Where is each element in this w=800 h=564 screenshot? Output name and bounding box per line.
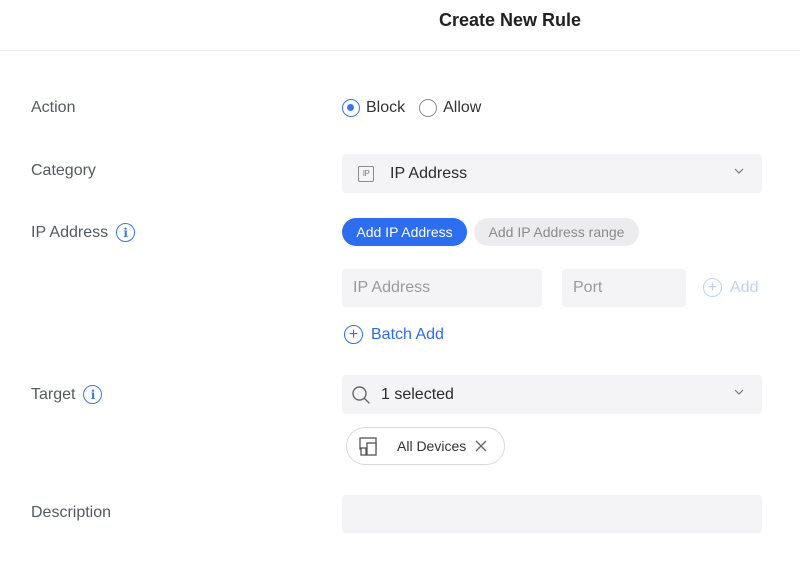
target-label: Target i [31,385,103,404]
plus-circle-icon: + [703,278,722,297]
batch-add-label: Batch Add [371,325,444,343]
radio-allow-indicator[interactable] [419,99,438,117]
plus-circle-icon: + [344,325,363,344]
batch-add-button[interactable]: + Batch Add [344,325,444,344]
radio-block-label: Block [366,99,406,116]
info-icon[interactable]: i [83,385,103,404]
description-label: Description [31,504,111,522]
category-select-value: IP Address [390,164,468,182]
search-icon [352,385,370,404]
action-label-text: Action [31,99,76,116]
category-label-text: Category [31,162,96,179]
radio-allow[interactable]: Allow [419,99,481,117]
ip-address-label: IP Address i [31,223,136,242]
ip-address-input[interactable] [342,269,542,307]
action-label: Action [31,99,75,117]
chevron-down-icon [734,389,744,395]
category-label: Category [31,162,96,180]
info-icon[interactable]: i [116,223,136,242]
radio-allow-label: Allow [443,99,482,116]
target-tag: All Devices [346,427,505,465]
target-label-text: Target [31,385,76,403]
radio-block[interactable]: Block [342,99,405,117]
target-select[interactable]: 1 selected [342,375,762,414]
action-radio-group: Block Allow [342,99,495,117]
add-ip-button[interactable]: + Add [703,278,758,297]
category-select[interactable]: IP IP Address [342,154,762,193]
ip-icon: IP [358,165,374,182]
add-ip-range-button[interactable]: Add IP Address range [474,218,639,246]
add-ip-label: Add [730,278,759,296]
description-label-text: Description [31,504,112,521]
page-title: Create New Rule [438,10,582,30]
tag-label: All Devices [397,438,467,454]
port-input[interactable] [562,269,686,307]
target-select-value: 1 selected [381,385,454,403]
radio-block-indicator[interactable] [342,99,360,117]
ip-address-label-text: IP Address [31,223,109,241]
add-ip-address-button[interactable]: Add IP Address [342,218,467,246]
dialog-header: Create New Rule [0,0,800,51]
chevron-down-icon [734,168,744,174]
devices-icon [359,437,377,456]
close-icon[interactable] [475,440,487,452]
description-input[interactable] [342,495,762,533]
